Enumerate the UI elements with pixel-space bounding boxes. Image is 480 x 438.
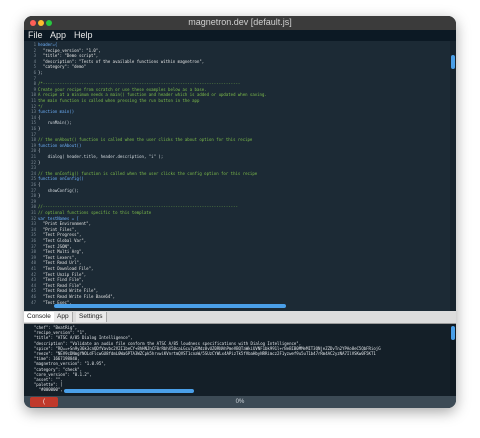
line-number: 38 (31, 249, 36, 255)
console-scroll-thumb[interactable] (451, 326, 455, 340)
editor-scroll-thumb[interactable] (451, 55, 455, 69)
line-number: 31 (31, 210, 36, 215)
code-text: // the onAbout() function is called when… (38, 137, 253, 143)
code-text: */ (38, 103, 43, 109)
code-text: "description": "Tests of the available f… (38, 58, 205, 64)
code-text: } (38, 193, 41, 199)
code-text: "Test Read File", (38, 282, 84, 288)
line-number: 11 (31, 98, 36, 103)
code-text: "Print Files", (38, 226, 77, 232)
console-line: "reeze": "NEV9cDNmgYNOLdFlcwGU8fdmL0Wa6P… (29, 351, 376, 356)
code-line: 23 (24, 165, 38, 171)
console-output[interactable]: "chef": "BeatRig", "recipe_version": "1"… (24, 324, 450, 396)
line-number: 16 (31, 126, 36, 131)
line-number: 18 (31, 137, 36, 143)
line-number: 47 (31, 299, 36, 305)
app-window: magnetron.dev [default.js] File App Help… (24, 16, 456, 408)
line-number: 33 (31, 221, 36, 227)
line-number: 28 (31, 193, 36, 199)
code-text: Create your recipe from scratch or use t… (38, 86, 207, 92)
code-text: function main() (38, 109, 75, 115)
tab-settings[interactable]: Settings (76, 312, 107, 322)
console-horizontal-scrollbar[interactable] (64, 389, 194, 393)
line-number: 8 (33, 81, 36, 87)
code-text: "Test Read Write File", (38, 288, 99, 294)
line-number: 41 (31, 266, 36, 271)
code-text: } (38, 126, 41, 131)
code-text: "Test Unzip File", (38, 271, 87, 277)
code-text: "recipe_version": "1.0", (38, 47, 101, 53)
code-text: header={ (38, 42, 58, 47)
code-text: "category": "demo" (38, 64, 87, 70)
code-text: "Test Lexers", (38, 254, 77, 260)
editor-horizontal-scrollbar[interactable] (54, 304, 286, 308)
line-number: 23 (31, 165, 36, 171)
code-text: "Test Download File", (38, 266, 94, 271)
code-line: 6}; (24, 70, 43, 75)
code-text: "Test Find File", (38, 277, 84, 283)
editor-vertical-scrollbar[interactable] (450, 41, 456, 311)
line-number: 1 (33, 42, 36, 47)
menu-bar: File App Help (24, 30, 456, 41)
code-text: function onConfig() (38, 176, 84, 182)
code-text: } (38, 159, 41, 165)
window-title: magnetron.dev [default.js] (188, 17, 292, 27)
code-text: "Test Global Var", (38, 238, 87, 243)
code-text: A recipe at a minimum needs a main() fun… (38, 92, 267, 98)
code-text: dialog( header.title, header.description… (38, 154, 164, 159)
tab-app[interactable]: App (54, 312, 73, 322)
code-text: { (38, 182, 41, 187)
line-number: 43 (31, 277, 36, 283)
tab-console[interactable]: Console (24, 312, 55, 322)
progress-percent: 0% (235, 399, 245, 405)
code-line: 11 the main function is called when press… (24, 98, 200, 103)
line-number: 26 (31, 182, 36, 187)
code-line: 28} (24, 193, 41, 199)
code-text: }; (38, 70, 43, 75)
stop-button[interactable]: ( (30, 397, 58, 407)
code-line: 21 dialog( header.title, header.descript… (24, 154, 164, 159)
code-text: "Test Read Write File Base64", (38, 294, 116, 299)
code-text: "title": "Demo script", (38, 53, 99, 59)
code-text: "Test JSON", (38, 243, 72, 249)
code-line: 16} (24, 126, 41, 131)
panel-tabs: Console App Settings (24, 311, 456, 324)
code-text: runMain(); (38, 120, 72, 126)
title-bar: magnetron.dev [default.js] (24, 16, 456, 30)
line-number: 46 (31, 294, 36, 299)
code-text: the main function is called when pressin… (38, 98, 200, 103)
code-text: "Test Read Url", (38, 260, 82, 266)
menu-file[interactable]: File (28, 30, 43, 41)
line-number: 3 (33, 53, 36, 59)
code-text: var testNames = [ (38, 215, 79, 221)
code-text: "Print Environment", (38, 221, 91, 227)
menu-app[interactable]: App (50, 30, 66, 41)
code-text: "Test Progress", (38, 232, 82, 238)
code-text: //--------------------------------------… (38, 204, 238, 210)
code-text: { (38, 114, 41, 120)
code-editor[interactable]: 1 header={2 "recipe_version": "1.0", 3 "ti… (24, 41, 450, 311)
console-line: "#000000", (29, 387, 63, 393)
console-vertical-scrollbar[interactable] (450, 324, 456, 396)
code-text: showConfig(); (38, 187, 79, 193)
code-text: { (38, 148, 41, 154)
code-text: "Test Multi Arg", (38, 249, 84, 255)
code-text: // optional functions specific to this t… (38, 210, 152, 215)
line-number: 6 (33, 70, 36, 75)
menu-help[interactable]: Help (74, 30, 93, 41)
code-text: /*--------------------------------------… (38, 81, 241, 87)
code-text: // the onConfig() function is called whe… (38, 170, 258, 176)
code-line: 13 function main() (24, 109, 75, 115)
status-bar: 0% ( (24, 396, 456, 408)
line-number: 21 (31, 154, 36, 159)
line-number: 13 (31, 109, 36, 115)
line-number: 36 (31, 238, 36, 243)
code-text: function onAbout() (38, 142, 82, 148)
